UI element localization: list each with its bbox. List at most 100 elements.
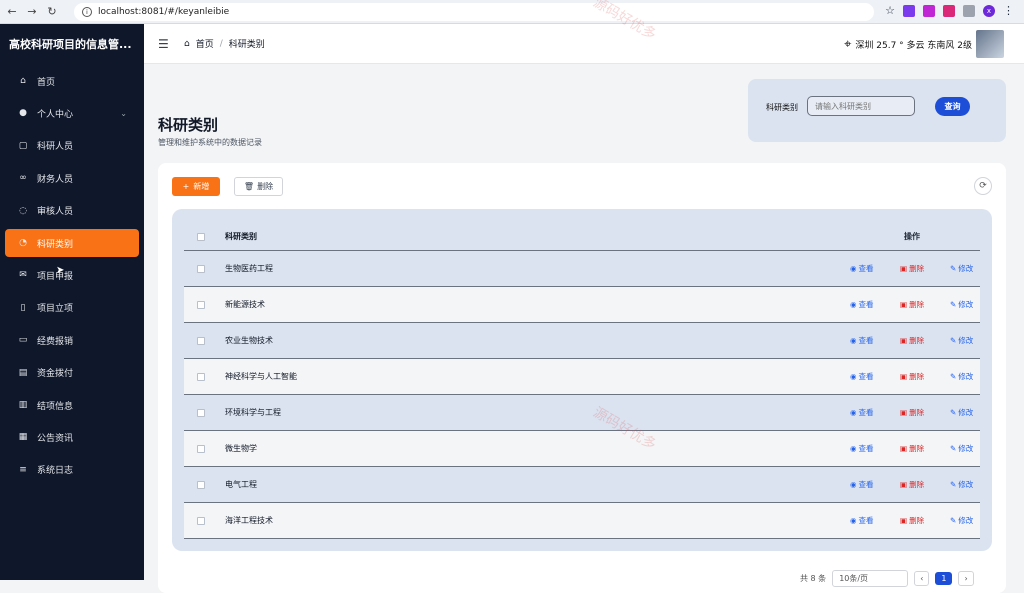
reload-icon[interactable]: ↻ xyxy=(44,4,60,20)
browser-menu-icon[interactable]: ⋮ xyxy=(1003,4,1014,17)
edit-button[interactable]: ✎ 修改 xyxy=(950,299,973,310)
search-input[interactable] xyxy=(807,96,915,116)
location-pin-icon: ⌖ xyxy=(844,37,852,52)
sidebar-item-10[interactable]: ▤ 资金拨付 xyxy=(5,359,139,387)
sidebar-item-3[interactable]: ▢ 科研人员 xyxy=(5,132,139,160)
profile-avatar[interactable]: x xyxy=(983,4,995,17)
add-button[interactable]: + 新增 xyxy=(172,177,220,196)
row-checkbox[interactable] xyxy=(197,444,205,453)
delete-button[interactable]: ▣ 删除 xyxy=(900,335,924,346)
edit-button[interactable]: ✎ 修改 xyxy=(950,371,973,382)
breadcrumb-home[interactable]: 首页 xyxy=(196,37,214,50)
sidebar-item-8[interactable]: ▯ 项目立项 xyxy=(5,294,139,322)
view-label: 查看 xyxy=(858,480,874,489)
delete-button[interactable]: ▣ 删除 xyxy=(900,515,924,526)
edit-label: 修改 xyxy=(958,516,974,525)
view-button[interactable]: ◉ 查看 xyxy=(850,371,874,382)
batch-delete-button[interactable]: 🗑 删除 xyxy=(234,177,283,196)
sidebar-item-13[interactable]: ≡ 系统日志 xyxy=(5,456,139,484)
sidebar-item-11[interactable]: ▥ 结项信息 xyxy=(5,391,139,419)
weather-widget: ⌖ 深圳 25.7 ° 多云 东南风 2级 xyxy=(844,37,972,52)
select-all-checkbox[interactable] xyxy=(197,232,205,241)
row-checkbox[interactable] xyxy=(197,372,205,381)
view-button[interactable]: ◉ 查看 xyxy=(850,299,874,310)
sidebar-item-7[interactable]: ✉ 项目申报 xyxy=(5,261,139,289)
table-row: 新能源技术 ◉ 查看 ▣ 删除 ✎ 修改 xyxy=(184,287,980,323)
prev-page-button[interactable]: ‹ xyxy=(914,571,930,586)
page-size-select[interactable]: 10条/页 xyxy=(832,570,909,587)
page-title: 科研类别 xyxy=(158,116,219,134)
delete-button[interactable]: ▣ 删除 xyxy=(900,371,924,382)
view-button[interactable]: ◉ 查看 xyxy=(850,263,874,274)
sidebar-item-label: 审核人员 xyxy=(37,207,74,218)
view-label: 查看 xyxy=(858,336,874,345)
mouse-cursor-icon: ➤ xyxy=(56,265,65,276)
browser-actions: ☆ x ⋮ xyxy=(885,4,1014,17)
edit-button[interactable]: ✎ 修改 xyxy=(950,515,973,526)
menu-toggle-icon[interactable]: ☰ xyxy=(158,37,170,51)
extension-icon-3[interactable] xyxy=(943,4,955,17)
delete-label: 删除 xyxy=(909,516,925,525)
delete-button[interactable]: ▣ 删除 xyxy=(900,407,924,418)
trash-icon: ▣ xyxy=(900,444,908,453)
sidebar-item-label: 科研类别 xyxy=(37,239,74,250)
table-row: 海洋工程技术 ◉ 查看 ▣ 删除 ✎ 修改 xyxy=(184,503,980,539)
edit-button[interactable]: ✎ 修改 xyxy=(950,479,973,490)
edit-button[interactable]: ✎ 修改 xyxy=(950,263,973,274)
sidebar-item-5[interactable]: ◌ 审核人员 xyxy=(5,197,139,225)
current-page-button[interactable]: 1 xyxy=(935,572,953,585)
row-checkbox[interactable] xyxy=(197,480,205,489)
back-icon[interactable]: ← xyxy=(4,4,20,20)
view-button[interactable]: ◉ 查看 xyxy=(850,407,874,418)
bookmark-star-icon[interactable]: ☆ xyxy=(885,4,895,17)
card-icon: ▭ xyxy=(18,335,28,346)
book-icon: ▯ xyxy=(20,302,26,313)
sidebar-item-6[interactable]: ◔ 科研类别 xyxy=(5,229,139,257)
delete-button[interactable]: ▣ 删除 xyxy=(900,263,924,274)
add-button-label: 新增 xyxy=(193,182,210,191)
sidebar-item-12[interactable]: ▦ 公告资讯 xyxy=(5,423,139,451)
delete-button[interactable]: ▣ 删除 xyxy=(900,299,924,310)
pagination: 共 8 条 10条/页 ‹ 1 › xyxy=(800,570,974,587)
next-page-button[interactable]: › xyxy=(958,571,974,586)
row-checkbox[interactable] xyxy=(197,264,205,273)
edit-button[interactable]: ✎ 修改 xyxy=(950,335,973,346)
refresh-icon[interactable]: ⟳ xyxy=(974,177,992,195)
search-panel: 科研类别 查询 xyxy=(748,79,1006,142)
sidebar-item-label: 科研人员 xyxy=(37,142,74,153)
user-avatar[interactable] xyxy=(976,30,1004,58)
row-checkbox[interactable] xyxy=(197,408,205,417)
delete-button[interactable]: ▣ 删除 xyxy=(900,479,924,490)
view-button[interactable]: ◉ 查看 xyxy=(850,479,874,490)
site-info-icon[interactable]: i xyxy=(82,7,92,17)
sidebar-item-4[interactable]: ∞ 财务人员 xyxy=(5,164,139,192)
delete-label: 删除 xyxy=(909,444,925,453)
edit-label: 修改 xyxy=(958,300,974,309)
row-checkbox[interactable] xyxy=(197,336,205,345)
row-checkbox[interactable] xyxy=(197,516,205,525)
sidebar-item-2[interactable]: ● 个人中心 ⌄ xyxy=(5,99,139,127)
view-button[interactable]: ◉ 查看 xyxy=(850,443,874,454)
delete-label: 删除 xyxy=(909,264,925,273)
edit-icon: ✎ xyxy=(950,372,957,381)
edit-label: 修改 xyxy=(958,336,974,345)
delete-button[interactable]: ▣ 删除 xyxy=(900,443,924,454)
address-bar[interactable]: i localhost:8081/#/keyanleibie xyxy=(74,3,874,21)
breadcrumb-separator: / xyxy=(219,38,223,49)
app-title: 高校科研项目的信息管... xyxy=(9,38,132,51)
extension-icon-1[interactable] xyxy=(903,4,915,17)
row-checkbox[interactable] xyxy=(197,300,205,309)
edit-button[interactable]: ✎ 修改 xyxy=(950,443,973,454)
view-label: 查看 xyxy=(858,372,874,381)
sidebar-item-9[interactable]: ▭ 经费报销 xyxy=(5,326,139,354)
sidebar-item-1[interactable]: ⌂ 首页 xyxy=(5,67,139,95)
search-button[interactable]: 查询 xyxy=(935,97,970,116)
view-button[interactable]: ◉ 查看 xyxy=(850,335,874,346)
weather-text: 深圳 25.7 ° 多云 东南风 2级 xyxy=(855,41,972,51)
extensions-puzzle-icon[interactable] xyxy=(963,4,975,17)
category-cell: 农业生物技术 xyxy=(225,336,273,345)
extension-icon-2[interactable] xyxy=(923,4,935,17)
edit-button[interactable]: ✎ 修改 xyxy=(950,407,973,418)
forward-icon[interactable]: → xyxy=(24,4,40,20)
view-button[interactable]: ◉ 查看 xyxy=(850,515,874,526)
